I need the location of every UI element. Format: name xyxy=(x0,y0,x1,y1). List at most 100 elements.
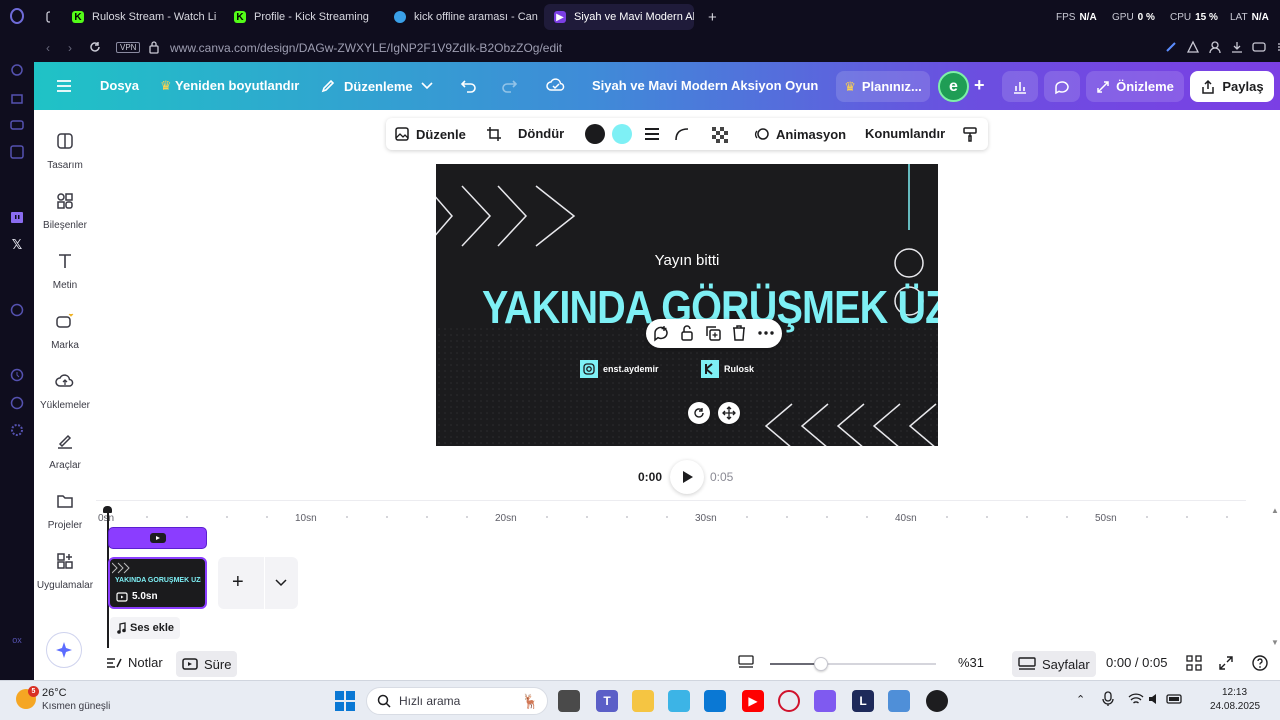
add-collaborator-icon[interactable]: + xyxy=(974,75,985,96)
plan-button[interactable]: ♛ Planınız... xyxy=(836,71,930,102)
document-title[interactable]: Siyah ve Mavi Modern Aksiyon Oyun ... xyxy=(592,78,820,93)
magic-assistant-button[interactable] xyxy=(46,632,82,668)
download-icon[interactable] xyxy=(1230,40,1244,54)
menu-icon[interactable] xyxy=(1276,40,1280,54)
profile-icon[interactable] xyxy=(1208,40,1222,54)
volume-icon[interactable] xyxy=(1148,692,1162,706)
clock-time[interactable]: 12:13 xyxy=(1222,687,1247,698)
grid-view-icon[interactable] xyxy=(1186,655,1202,671)
x-twitter-icon[interactable]: 𝕏 xyxy=(9,237,25,253)
more-options-icon[interactable] xyxy=(757,324,775,342)
tab-overview-icon[interactable] xyxy=(36,4,60,30)
instagram-handle[interactable]: enst.aydemir xyxy=(580,360,659,378)
lock-icon[interactable] xyxy=(148,40,160,54)
notes-button[interactable]: Notlar xyxy=(106,655,163,670)
crop-button[interactable] xyxy=(486,126,502,142)
move-handle-icon[interactable] xyxy=(718,402,740,424)
sidebar-item-apps[interactable]: Uygulamalar xyxy=(34,550,96,591)
scroll-up-icon[interactable]: ▲ xyxy=(1271,506,1279,515)
scroll-down-icon[interactable]: ▼ xyxy=(1271,638,1279,647)
edit-mode-dropdown[interactable]: Düzenleme xyxy=(320,78,433,94)
comments-button[interactable] xyxy=(1044,71,1080,102)
weather-temp[interactable]: 26°C xyxy=(42,687,67,699)
extensions-icon[interactable] xyxy=(9,395,25,411)
extensions-icon[interactable] xyxy=(1186,40,1200,54)
gaming-icon[interactable] xyxy=(9,117,25,133)
search-box[interactable]: Hızlı arama 🦌 xyxy=(366,687,548,715)
color-swatch-dark[interactable] xyxy=(585,124,605,144)
sidebar-item-elements[interactable]: Bileşenler xyxy=(34,190,96,231)
sidebar-item-tools[interactable]: Araçlar xyxy=(34,430,96,471)
avatar[interactable]: e xyxy=(938,71,969,102)
aria-icon[interactable] xyxy=(9,62,25,78)
transparency-icon[interactable] xyxy=(712,127,728,143)
obs-app-icon[interactable] xyxy=(926,690,948,712)
preview-button[interactable]: Önizleme xyxy=(1086,71,1184,102)
duplicate-icon[interactable] xyxy=(704,324,722,342)
battery-saver-icon[interactable] xyxy=(1252,40,1268,54)
wifi-icon[interactable] xyxy=(1128,692,1144,706)
rotate-button[interactable]: Döndür xyxy=(518,126,564,141)
play-button[interactable] xyxy=(670,460,704,494)
playhead-handle[interactable] xyxy=(103,506,112,513)
fit-view-icon[interactable] xyxy=(738,655,754,669)
rotate-handle-icon[interactable] xyxy=(688,402,710,424)
pages-button[interactable]: Sayfalar xyxy=(1012,651,1096,677)
zoom-slider-track[interactable] xyxy=(770,663,936,665)
undo-icon[interactable] xyxy=(460,78,478,94)
duration-button[interactable]: Süre xyxy=(176,651,238,677)
vpn-badge[interactable]: VPN xyxy=(116,42,141,53)
page-clip-thumbnail[interactable]: YAKINDA GÖRÜŞMEK ÜZERE 5.0sn xyxy=(108,557,207,609)
insights-button[interactable] xyxy=(1002,71,1038,102)
hamburger-menu-icon[interactable] xyxy=(56,79,72,93)
image-viewer-app-icon[interactable] xyxy=(888,690,910,712)
design-subtitle[interactable]: Yayın bitti xyxy=(436,252,938,269)
add-audio-button[interactable]: Ses ekle xyxy=(110,617,181,639)
animate-button[interactable]: Animasyon xyxy=(754,126,846,142)
sidebar-item-brand[interactable]: Marka xyxy=(34,310,96,351)
file-manager-app-icon[interactable] xyxy=(558,690,580,712)
battery-icon[interactable] xyxy=(1166,692,1184,706)
position-button[interactable]: Konumlandır xyxy=(865,126,945,141)
explorer-app-icon[interactable] xyxy=(632,690,654,712)
color-swatch-cyan[interactable] xyxy=(612,124,632,144)
more-icon[interactable]: ox xyxy=(9,632,25,648)
kick-handle[interactable]: Rulosk xyxy=(701,360,754,378)
tab-kick-profile[interactable]: K Profile - Kick Streaming xyxy=(224,4,380,30)
cloud-saved-icon[interactable] xyxy=(546,77,566,93)
redo-icon[interactable] xyxy=(500,78,518,94)
opera-gx-app-icon[interactable] xyxy=(778,690,800,712)
microphone-icon[interactable] xyxy=(1102,691,1114,707)
twitch-icon[interactable] xyxy=(9,210,25,226)
trash-icon[interactable] xyxy=(730,324,748,342)
edit-image-button[interactable]: Düzenle xyxy=(394,126,466,142)
start-button[interactable] xyxy=(334,690,356,712)
tab-rulosk-stream[interactable]: K Rulosk Stream - Watch Li xyxy=(62,4,220,30)
video-track-clip[interactable] xyxy=(108,527,207,549)
history-icon[interactable] xyxy=(9,367,25,383)
extension-blue-icon[interactable] xyxy=(1164,40,1178,54)
tab-canva-design[interactable]: ▶ Siyah ve Mavi Modern Ak xyxy=(544,4,694,30)
settings-icon[interactable] xyxy=(9,422,25,438)
sidebar-item-uploads[interactable]: Yüklemeler xyxy=(34,370,96,411)
tab-kick-offline[interactable]: kick offline araması - Can xyxy=(384,4,540,30)
l-app-icon[interactable]: L xyxy=(852,690,874,712)
messenger-icon[interactable] xyxy=(9,302,25,318)
file-menu[interactable]: Dosya xyxy=(100,78,139,93)
sidebar-item-design[interactable]: Tasarım xyxy=(34,130,96,171)
zoom-slider-thumb[interactable] xyxy=(814,657,829,671)
unlock-icon[interactable] xyxy=(678,324,696,342)
comment-add-icon[interactable] xyxy=(652,324,670,342)
copilot-app-icon[interactable] xyxy=(668,690,690,712)
discord-app-icon[interactable] xyxy=(814,690,836,712)
store-app-icon[interactable] xyxy=(704,690,726,712)
share-button[interactable]: Paylaş xyxy=(1190,71,1274,102)
fullscreen-icon[interactable] xyxy=(1218,655,1234,671)
resize-button[interactable]: ♛ Yeniden boyutlandır xyxy=(160,78,299,94)
clock-date[interactable]: 24.08.2025 xyxy=(1210,701,1260,712)
gx-icon[interactable] xyxy=(9,144,25,160)
opera-logo-icon[interactable] xyxy=(9,8,25,24)
corner-rounding-icon[interactable] xyxy=(674,127,690,141)
add-page-button[interactable]: + xyxy=(232,571,244,594)
youtube-app-icon[interactable]: ▶ xyxy=(742,690,764,712)
